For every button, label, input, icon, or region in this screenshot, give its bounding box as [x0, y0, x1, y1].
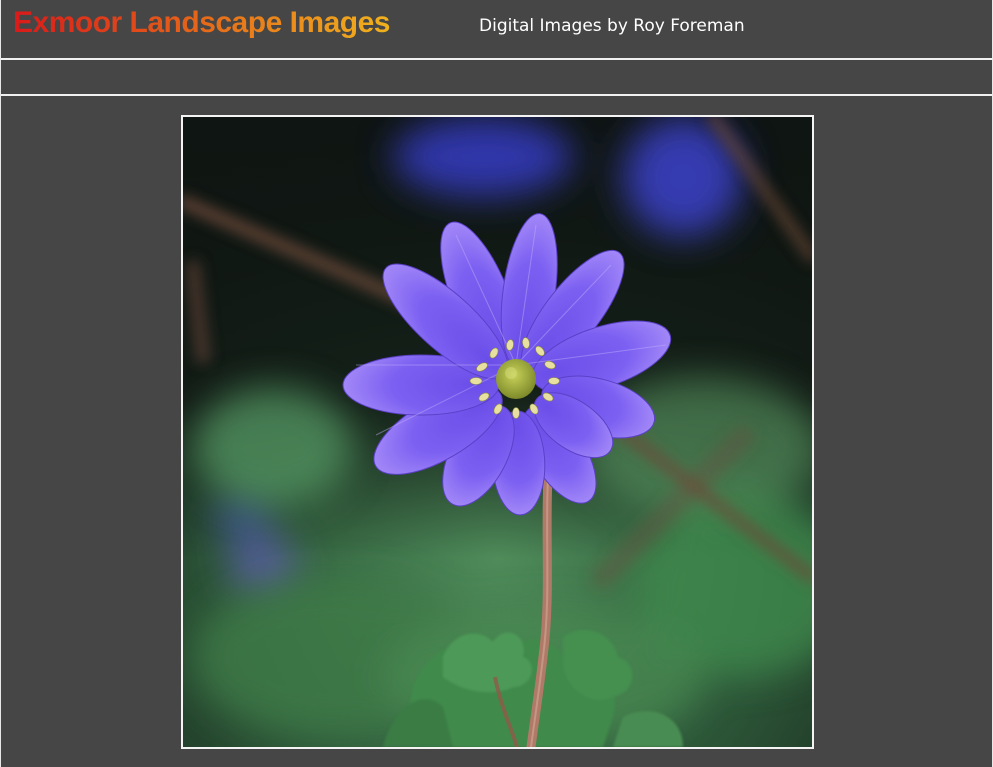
site-title[interactable]: Exmoor Landscape Images [13, 6, 390, 40]
site-header: Exmoor Landscape Images Digital Images b… [1, 0, 992, 60]
site-subtitle: Digital Images by Roy Foreman [479, 16, 745, 36]
flower-photo-image [183, 117, 812, 747]
page: Exmoor Landscape Images Digital Images b… [0, 0, 993, 767]
flower-photo[interactable] [181, 115, 814, 749]
main-content [1, 96, 992, 767]
navigation-bar [1, 60, 992, 96]
